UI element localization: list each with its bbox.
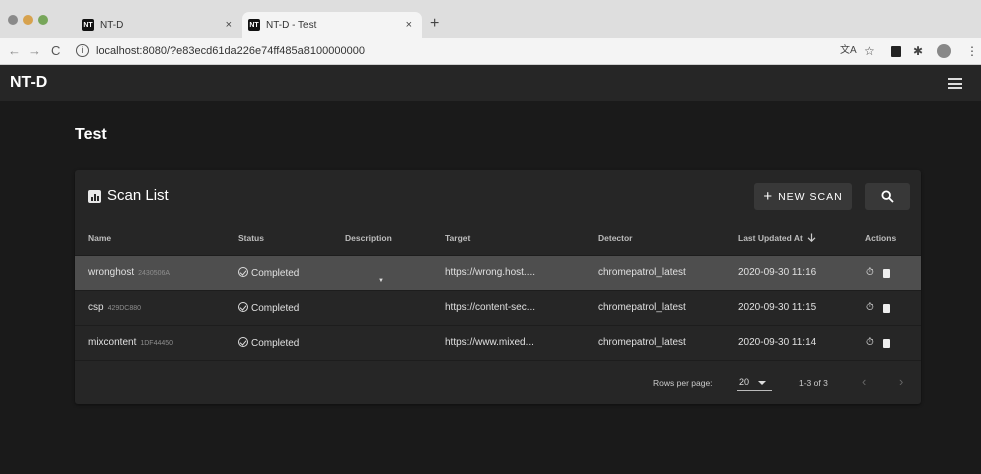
- new-scan-button[interactable]: + NEW SCAN: [754, 183, 852, 210]
- column-header-last-updated-label: Last Updated At: [738, 233, 803, 243]
- browser-tab-strip: NT NT-D × NT NT-D - Test × +: [0, 0, 981, 38]
- column-header-last-updated[interactable]: Last Updated At: [738, 233, 816, 243]
- site-info-icon[interactable]: i: [76, 44, 89, 57]
- rows-per-page-value: 20: [739, 377, 750, 387]
- updated-cell: 2020-09-30 11:14: [738, 337, 817, 348]
- updated-cell: 2020-09-30 11:16: [738, 267, 817, 278]
- scan-id: 2430506A: [138, 270, 171, 277]
- dropdown-arrow-icon: [758, 381, 766, 385]
- check-circle-icon: [238, 302, 248, 312]
- search-icon: [881, 190, 894, 203]
- next-page-icon[interactable]: ›: [899, 374, 903, 389]
- nt-favicon-icon: NT: [82, 19, 94, 31]
- bar-chart-icon: [88, 190, 101, 203]
- description-expand-icon[interactable]: ▼: [378, 278, 384, 284]
- address-bar: ← → C i localhost:8080/?e83ecd61da226e74…: [0, 38, 981, 65]
- translate-icon[interactable]: 文A: [840, 44, 857, 58]
- window-minimize-button[interactable]: [23, 15, 33, 25]
- tab-title: NT-D - Test: [266, 19, 317, 31]
- browser-tab-ntd-test[interactable]: NT NT-D - Test ×: [242, 12, 422, 38]
- new-tab-button[interactable]: +: [430, 16, 439, 32]
- column-header-name[interactable]: Name: [88, 233, 111, 243]
- plus-icon: +: [763, 188, 773, 205]
- check-circle-icon: [238, 267, 248, 277]
- timer-icon[interactable]: ⏱: [866, 302, 874, 313]
- column-header-status[interactable]: Status: [238, 233, 264, 243]
- tab-title: NT-D: [100, 19, 124, 31]
- detector-cell: chromepatrol_latest: [598, 337, 686, 348]
- hamburger-menu-icon[interactable]: [948, 78, 962, 89]
- bookmark-star-icon[interactable]: ☆: [864, 44, 875, 58]
- url-field[interactable]: localhost:8080/?e83ecd61da226e74ff485a81…: [96, 45, 365, 57]
- rows-per-page-label: Rows per page:: [653, 378, 713, 388]
- status-cell: Completed: [238, 337, 299, 349]
- extensions-puzzle-icon[interactable]: ✱: [913, 44, 923, 58]
- window-maximize-button[interactable]: [38, 15, 48, 25]
- target-cell: https://www.mixed...: [445, 337, 534, 348]
- scan-name-cell: mixcontent 1DF44450: [88, 337, 173, 348]
- check-circle-icon: [238, 337, 248, 347]
- forward-arrow-icon[interactable]: →: [28, 44, 41, 58]
- back-arrow-icon[interactable]: ←: [8, 44, 21, 58]
- rows-per-page-select[interactable]: 20: [737, 375, 772, 391]
- column-header-detector[interactable]: Detector: [598, 233, 632, 243]
- scan-name-cell: wronghost 2430506A: [88, 267, 170, 278]
- browser-tab-ntd[interactable]: NT NT-D ×: [82, 12, 242, 38]
- detector-cell: chromepatrol_latest: [598, 267, 686, 278]
- reload-icon[interactable]: C: [51, 44, 60, 58]
- status-label: Completed: [251, 303, 300, 314]
- target-cell: https://wrong.host....: [445, 267, 536, 278]
- detector-cell: chromepatrol_latest: [598, 302, 686, 313]
- new-scan-label: NEW SCAN: [778, 190, 843, 203]
- column-header-description[interactable]: Description: [345, 233, 392, 243]
- table-header: Name Status Description Target Detector …: [75, 228, 921, 248]
- page-title: Test: [75, 126, 107, 143]
- app-brand[interactable]: NT-D: [10, 74, 47, 92]
- tab-close-icon[interactable]: ×: [406, 19, 412, 31]
- scan-id: 1DF44450: [140, 340, 174, 347]
- table-row[interactable]: wronghost 2430506A Completed ▼ https://wr…: [75, 255, 921, 290]
- save-extension-icon[interactable]: [891, 46, 901, 57]
- scan-name: wronghost: [88, 267, 135, 278]
- sort-arrow-down-icon: [807, 233, 816, 243]
- column-header-actions: Actions: [865, 233, 897, 243]
- scan-list-card: Scan List + NEW SCAN Name Status Descrip…: [75, 170, 921, 404]
- table-row[interactable]: mixcontent 1DF44450 Completed https://www…: [75, 325, 921, 360]
- scan-id: 429DC880: [107, 305, 142, 312]
- scan-name-cell: csp 429DC880: [88, 302, 141, 313]
- app-bar: NT-D: [0, 65, 981, 101]
- card-title: Scan List: [107, 187, 169, 204]
- search-button[interactable]: [865, 183, 910, 210]
- updated-cell: 2020-09-30 11:15: [738, 302, 817, 313]
- scan-name: mixcontent: [88, 337, 137, 348]
- trash-icon[interactable]: [883, 339, 890, 348]
- browser-menu-icon[interactable]: ⋮: [966, 44, 978, 58]
- tab-close-icon[interactable]: ×: [226, 19, 232, 31]
- status-cell: Completed: [238, 302, 299, 314]
- previous-page-icon[interactable]: ‹: [862, 374, 866, 389]
- status-label: Completed: [251, 338, 300, 349]
- table-row[interactable]: csp 429DC880 Completed https://content-se…: [75, 290, 921, 325]
- status-label: Completed: [251, 268, 300, 279]
- scan-name: csp: [88, 302, 104, 313]
- window-close-button[interactable]: [8, 15, 18, 25]
- target-cell: https://content-sec...: [445, 302, 536, 313]
- timer-icon[interactable]: ⏱: [866, 267, 874, 278]
- profile-avatar-icon[interactable]: [937, 44, 951, 58]
- trash-icon[interactable]: [883, 304, 890, 313]
- pagination-range: 1-3 of 3: [799, 378, 828, 388]
- timer-icon[interactable]: ⏱: [866, 337, 874, 348]
- status-cell: Completed: [238, 267, 299, 279]
- table-pagination: Rows per page: 20 1-3 of 3 ‹ ›: [75, 360, 921, 404]
- column-header-target[interactable]: Target: [445, 233, 470, 243]
- trash-icon[interactable]: [883, 269, 890, 278]
- nt-favicon-icon: NT: [248, 19, 260, 31]
